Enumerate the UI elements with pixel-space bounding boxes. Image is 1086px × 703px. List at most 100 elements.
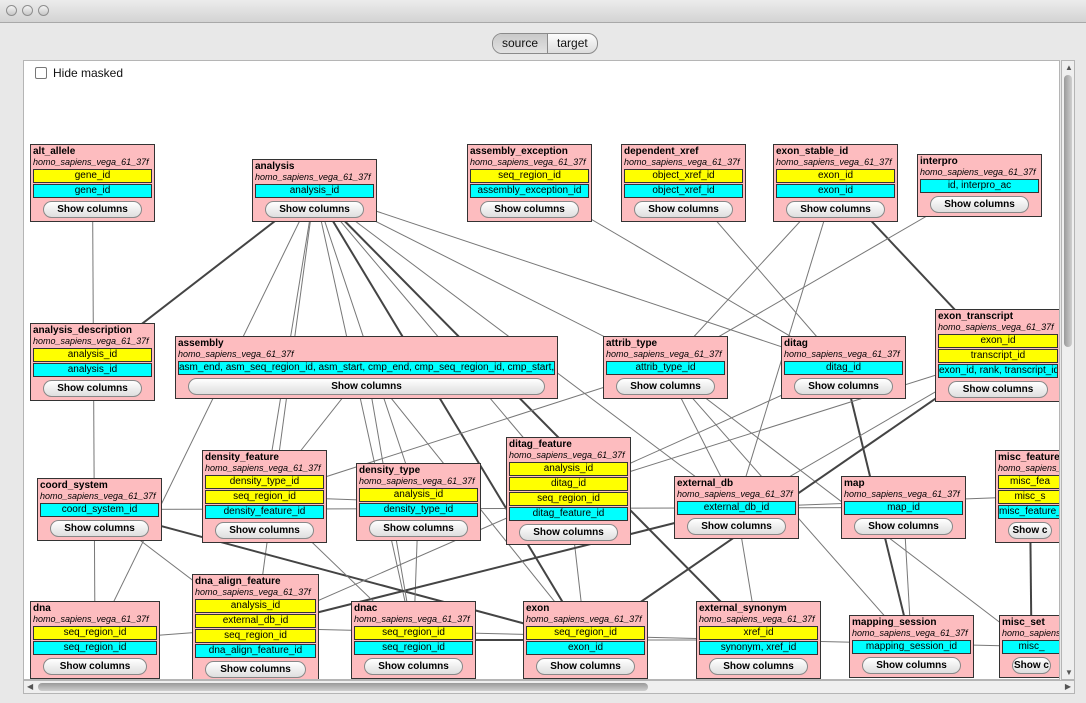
show-columns-button[interactable]: Show columns — [862, 657, 961, 674]
source-target-toggle: source target — [492, 33, 598, 54]
table-node-density-feature[interactable]: density_feature homo_sapiens_vega_61_37f d… — [202, 450, 327, 543]
show-columns-button[interactable]: Show columns — [50, 520, 149, 537]
table-node-exon[interactable]: exon homo_sapiens_vega_61_37f seq_region_i… — [523, 601, 648, 679]
show-columns-button[interactable]: Show columns — [794, 378, 893, 395]
table-node-assembly[interactable]: assembly homo_sapiens_vega_61_37f asm_end,… — [175, 336, 558, 399]
table-node-dna[interactable]: dna homo_sapiens_vega_61_37f seq_region_id… — [30, 601, 160, 679]
hide-masked-checkbox[interactable] — [35, 67, 47, 79]
table-schema: homo_sapiens_vega_61_37f — [677, 489, 793, 499]
close-window-icon[interactable] — [6, 5, 17, 16]
table-name: misc_feature_ — [998, 452, 1060, 463]
show-columns-button[interactable]: Show columns — [43, 380, 142, 397]
table-node-misc-feature[interactable]: misc_feature_ homo_sapiens_ misc_fea misc_s… — [995, 450, 1060, 543]
tab-source[interactable]: source — [493, 34, 549, 53]
table-schema: homo_sapiens_vega_61_37f — [33, 157, 149, 167]
show-columns-button[interactable]: Show columns — [536, 658, 635, 675]
table-name: analysis_description — [33, 325, 132, 336]
table-node-coord-system[interactable]: coord_system homo_sapiens_vega_61_37f coor… — [37, 478, 162, 541]
scroll-right-icon[interactable]: ▶ — [1065, 682, 1071, 691]
show-columns-button[interactable]: Show columns — [369, 520, 468, 537]
show-columns-button[interactable]: Show columns — [634, 201, 733, 218]
table-schema: homo_sapiens_vega_61_37f — [255, 172, 371, 182]
show-columns-button[interactable]: Show columns — [364, 658, 463, 675]
show-columns-button[interactable]: Show columns — [854, 518, 953, 535]
hide-masked-toggle[interactable]: Hide masked — [35, 66, 123, 80]
table-node-analysis[interactable]: analysis homo_sapiens_vega_61_37f analysis… — [252, 159, 377, 222]
table-schema: homo_sapiens_vega_61_37f — [938, 322, 1054, 332]
foreign-key-row: gene_id — [33, 169, 152, 183]
scroll-down-icon[interactable]: ▼ — [1065, 668, 1073, 677]
primary-key-row: misc_feature_i — [998, 505, 1060, 519]
show-columns-button[interactable]: Show columns — [519, 524, 618, 541]
show-columns-button[interactable]: Show columns — [265, 201, 364, 218]
show-columns-button[interactable]: Show c — [1008, 522, 1052, 539]
primary-key-row: density_type_id — [359, 503, 478, 517]
table-name: exon — [526, 603, 550, 614]
show-columns-button[interactable]: Show columns — [948, 381, 1048, 398]
table-node-misc-set[interactable]: misc_set homo_sapiens misc_ Show c — [999, 615, 1059, 678]
table-node-interpro[interactable]: interpro homo_sapiens_vega_61_37f id, inte… — [917, 154, 1042, 217]
show-columns-button[interactable]: Show columns — [687, 518, 786, 535]
table-node-exon-stable-id[interactable]: exon_stable_id homo_sapiens_vega_61_37f ex… — [773, 144, 898, 222]
table-node-ditag[interactable]: ditag homo_sapiens_vega_61_37f ditag_id Sho… — [781, 336, 906, 399]
tab-target[interactable]: target — [548, 34, 597, 53]
show-columns-button[interactable]: Show columns — [930, 196, 1029, 213]
foreign-key-row: density_type_id — [205, 475, 324, 489]
table-node-external-synonym[interactable]: external_synonym homo_sapiens_vega_61_37f… — [696, 601, 821, 679]
relationship-edge — [255, 190, 315, 629]
zoom-window-icon[interactable] — [38, 5, 49, 16]
table-node-dna-align-feature[interactable]: dna_align_feature homo_sapiens_vega_61_37… — [192, 574, 319, 679]
table-node-mapping-session[interactable]: mapping_session homo_sapiens_vega_61_37f m… — [849, 615, 974, 678]
relationship-edge — [255, 627, 759, 641]
table-node-assembly-exception[interactable]: assembly_exception homo_sapiens_vega_61_3… — [467, 144, 592, 222]
show-columns-button[interactable]: Show columns — [205, 661, 306, 678]
minimize-window-icon[interactable] — [22, 5, 33, 16]
show-columns-button[interactable]: Show columns — [43, 201, 142, 218]
table-schema: homo_sapiens_ — [998, 463, 1060, 473]
table-node-density-type[interactable]: density_type homo_sapiens_vega_61_37f anal… — [356, 463, 481, 541]
table-node-external-db[interactable]: external_db homo_sapiens_vega_61_37f exter… — [674, 476, 799, 539]
table-schema: homo_sapiens_vega_61_37f — [178, 349, 294, 359]
foreign-key-row: seq_region_id — [526, 626, 645, 640]
foreign-key-row: analysis_id — [359, 488, 478, 502]
table-node-dnac[interactable]: dnac homo_sapiens_vega_61_37f seq_region_i… — [351, 601, 476, 679]
schema-diagram-canvas[interactable]: Hide masked alt_allele homo_sapiens_vega_… — [23, 60, 1060, 680]
table-node-exon-transcript[interactable]: exon_transcript homo_sapiens_vega_61_37fe… — [935, 309, 1059, 402]
table-node-ditag-feature[interactable]: ditag_feature homo_sapiens_vega_61_37f ana… — [506, 437, 631, 545]
horizontal-scrollbar[interactable]: ◀ ▶ — [23, 680, 1075, 694]
show-columns-button[interactable]: Show c — [1012, 657, 1051, 674]
table-name: coord_system — [40, 480, 108, 491]
show-columns-button[interactable]: Show columns — [43, 658, 147, 675]
show-columns-button[interactable]: Show columns — [709, 658, 808, 675]
primary-key-row: seq_region_id — [33, 641, 157, 655]
primary-key-row: exon_id, rank, transcript_id — [938, 364, 1058, 378]
show-columns-button[interactable]: Show columns — [786, 201, 885, 218]
scroll-up-icon[interactable]: ▲ — [1065, 63, 1073, 72]
table-name: map — [844, 478, 865, 489]
vertical-scrollbar[interactable]: ▲ ▼ — [1061, 60, 1075, 680]
horizontal-scroll-thumb[interactable] — [38, 683, 648, 691]
show-columns-button[interactable]: Show columns — [215, 522, 314, 539]
table-node-map[interactable]: map homo_sapiens_vega_61_37f map_id Show co… — [841, 476, 966, 539]
table-schema: homo_sapiens_vega_61_37f — [40, 491, 156, 501]
primary-key-row: analysis_id — [255, 184, 374, 198]
table-node-dependent-xref[interactable]: dependent_xref homo_sapiens_vega_61_37f ob… — [621, 144, 746, 222]
vertical-scroll-thumb[interactable] — [1064, 75, 1072, 347]
show-columns-button[interactable]: Show columns — [480, 201, 579, 218]
table-name: ditag — [784, 338, 808, 349]
table-node-analysis-description[interactable]: analysis_description homo_sapiens_vega_61… — [30, 323, 155, 401]
table-name: exon_transcript — [938, 311, 1014, 322]
scroll-left-icon[interactable]: ◀ — [27, 682, 33, 691]
table-schema: homo_sapiens_vega_61_37f — [776, 157, 892, 167]
primary-key-row: density_feature_id — [205, 505, 324, 519]
table-schema: homo_sapiens_vega_61_37f — [526, 614, 642, 624]
table-schema: homo_sapiens_vega_61_37f — [844, 489, 960, 499]
table-node-attrib-type[interactable]: attrib_type homo_sapiens_vega_61_37f attri… — [603, 336, 728, 399]
table-name: ditag_feature — [509, 439, 572, 450]
table-name: dna_align_feature — [195, 576, 281, 587]
show-columns-button[interactable]: Show columns — [188, 378, 545, 395]
primary-key-row: mapping_session_id — [852, 640, 971, 654]
show-columns-button[interactable]: Show columns — [616, 378, 715, 395]
primary-key-row: external_db_id — [677, 501, 796, 515]
table-node-alt-allele[interactable]: alt_allele homo_sapiens_vega_61_37f gene_i… — [30, 144, 155, 222]
